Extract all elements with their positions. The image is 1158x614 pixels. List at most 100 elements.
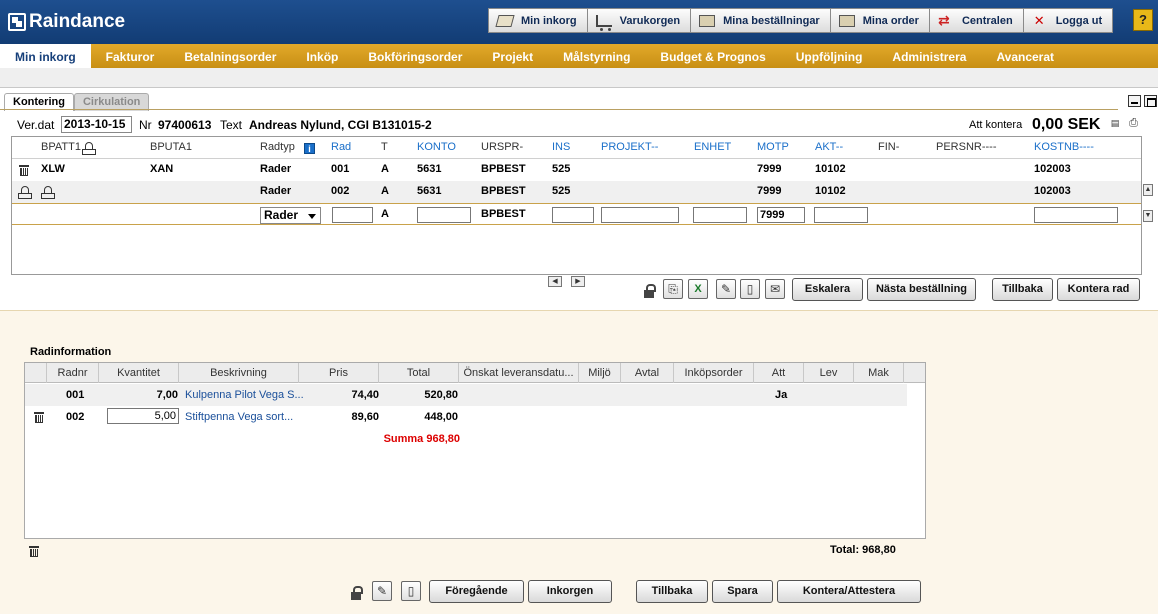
nasta-bestallning-button[interactable]: Nästa beställning [867,278,976,301]
col-miljo[interactable]: Miljö [579,363,621,383]
document-icon[interactable]: ▯ [740,279,760,299]
topnav-centralen[interactable]: Centralen [928,8,1023,33]
tillbaka-button[interactable]: Tillbaka [636,580,708,603]
cell-kostnb: 102003 [1034,163,1071,175]
col-onskat-leveransdatum[interactable]: Önskat leveransdatu... [459,363,579,383]
col-avtal[interactable]: Avtal [621,363,674,383]
col-enhet[interactable]: ENHET [694,141,731,153]
col-projekt[interactable]: PROJEKT-- [601,141,658,153]
nav-fakturor[interactable]: Fakturor [91,44,170,68]
main-navigation: Min inkorg Fakturor Betalningsorder Inkö… [0,44,1158,68]
motp-input[interactable]: 7999 [757,207,805,223]
kostnb-input[interactable] [1034,207,1118,223]
raindance-logo[interactable]: Raindance [8,11,125,33]
tillbaka-button-top[interactable]: Tillbaka [992,278,1053,301]
help-button[interactable]: ? [1133,9,1153,31]
kontera-attestera-button[interactable]: Kontera/Attestera [777,580,921,603]
enhet-input[interactable] [693,207,747,223]
nav-administrera[interactable]: Administrera [877,44,981,68]
col-rad[interactable]: Rad [331,141,351,153]
nav-uppfoljning[interactable]: Uppföljning [781,44,878,68]
paperclip-icon[interactable]: ✎ [716,279,736,299]
trash-icon[interactable] [29,545,39,557]
col-kostnb[interactable]: KOSTNB---- [1034,141,1094,153]
inkorgen-button[interactable]: Inkorgen [528,580,612,603]
col-beskrivning[interactable]: Beskrivning [179,363,299,383]
table-row[interactable]: 002 5,00 Stiftpenna Vega sort... 89,60 4… [25,406,907,428]
kontering-row[interactable]: XLW XAN Rader 001 A 5631 BPBEST 525 7999… [12,159,1141,181]
nav-avancerat[interactable]: Avancerat [981,44,1069,68]
nav-inkop[interactable]: Inköp [291,44,353,68]
trash-icon[interactable] [19,164,29,176]
stamp-icon[interactable] [41,186,55,199]
mail-icon[interactable]: ✉ [765,279,785,299]
scroll-down-icon[interactable]: ▼ [1143,210,1153,222]
verdat-field[interactable]: 2013-10-15 [61,116,132,133]
rad-input[interactable] [332,207,373,223]
nav-malstyrning[interactable]: Målstyrning [548,44,645,68]
paperclip-icon[interactable]: ✎ [372,581,392,601]
col-pris[interactable]: Pris [299,363,379,383]
konto-input[interactable] [417,207,471,223]
stamp-icon[interactable] [82,142,96,155]
cell-radnr: 002 [66,411,85,423]
topnav-mina-order[interactable]: Mina order [829,8,929,33]
col-att[interactable]: Att [754,363,804,383]
topnav-mina-bestallningar[interactable]: Mina beställningar [690,8,830,33]
topnav-label: Min inkorg [521,14,577,27]
scroll-right-icon[interactable]: ▶ [571,276,585,287]
ins-input[interactable] [552,207,594,223]
stamp-icon[interactable] [18,186,32,199]
nav-projekt[interactable]: Projekt [477,44,548,68]
col-akt[interactable]: AKT-- [815,141,843,153]
nav-betalningsorder[interactable]: Betalningsorder [169,44,291,68]
maximize-icon[interactable] [1144,95,1157,107]
topnav-varukorgen[interactable]: Varukorgen [586,8,691,33]
summa-total: Summa 968,80 [383,433,460,445]
col-radnr[interactable]: Radnr [47,363,99,383]
col-motp[interactable]: MOTP [757,141,789,153]
col-inkopsorder[interactable]: Inköpsorder [674,363,754,383]
kvantitet-input[interactable]: 5,00 [107,408,179,424]
excel-icon[interactable]: X [688,279,708,299]
cell-t: A [381,185,389,197]
nav-min-inkorg[interactable]: Min inkorg [0,44,91,68]
document-icon[interactable]: ▯ [401,581,421,601]
order-icon [838,14,855,27]
akt-input[interactable] [814,207,868,223]
radtyp-select[interactable]: Rader [260,207,321,224]
cell-beskrivning-link[interactable]: Stiftpenna Vega sort... [185,411,293,423]
cell-beskrivning-link[interactable]: Kulpenna Pilot Vega S... [185,389,304,401]
nav-bokforingsorder[interactable]: Bokföringsorder [353,44,477,68]
col-radtyp: Radtyp [260,141,295,153]
eskalera-button[interactable]: Eskalera [792,278,863,301]
topnav-min-inkorg[interactable]: Min inkorg [488,8,587,33]
info-icon[interactable]: i [304,143,315,154]
topnav-logga-ut[interactable]: Logga ut [1022,8,1114,33]
col-konto[interactable]: KONTO [417,141,456,153]
attach-document-icon[interactable]: ⎘ [663,279,683,299]
nav-budget-prognos[interactable]: Budget & Prognos [645,44,780,68]
foregaende-button[interactable]: Föregående [429,580,524,603]
lock-icon[interactable] [350,586,363,600]
trash-icon[interactable] [34,411,44,423]
col-mak[interactable]: Mak [854,363,904,383]
kontering-row[interactable]: Rader 002 A 5631 BPBEST 525 7999 10102 1… [12,181,1141,203]
col-kvantitet[interactable]: Kvantitet [99,363,179,383]
scroll-up-icon[interactable]: ▲ [1143,184,1153,196]
cell-rad: 002 [331,185,350,197]
col-total[interactable]: Total [379,363,459,383]
report-icon[interactable]: ▤ [1108,117,1122,132]
col-ins[interactable]: INS [552,141,570,153]
print-icon[interactable]: ⎙ [1126,117,1141,132]
minimize-icon[interactable] [1128,95,1141,107]
projekt-input[interactable] [601,207,679,223]
spara-button[interactable]: Spara [712,580,773,603]
lock-icon[interactable] [643,284,656,298]
kontera-rad-button[interactable]: Kontera rad [1057,278,1140,301]
table-row[interactable]: 001 7,00 Kulpenna Pilot Vega S... 74,40 … [25,384,907,406]
scroll-left-icon[interactable]: ◀ [548,276,562,287]
radinformation-grid: Radnr Kvantitet Beskrivning Pris Total Ö… [24,362,926,539]
col-lev[interactable]: Lev [804,363,854,383]
col-bputa1: BPUTA1 [150,141,192,153]
